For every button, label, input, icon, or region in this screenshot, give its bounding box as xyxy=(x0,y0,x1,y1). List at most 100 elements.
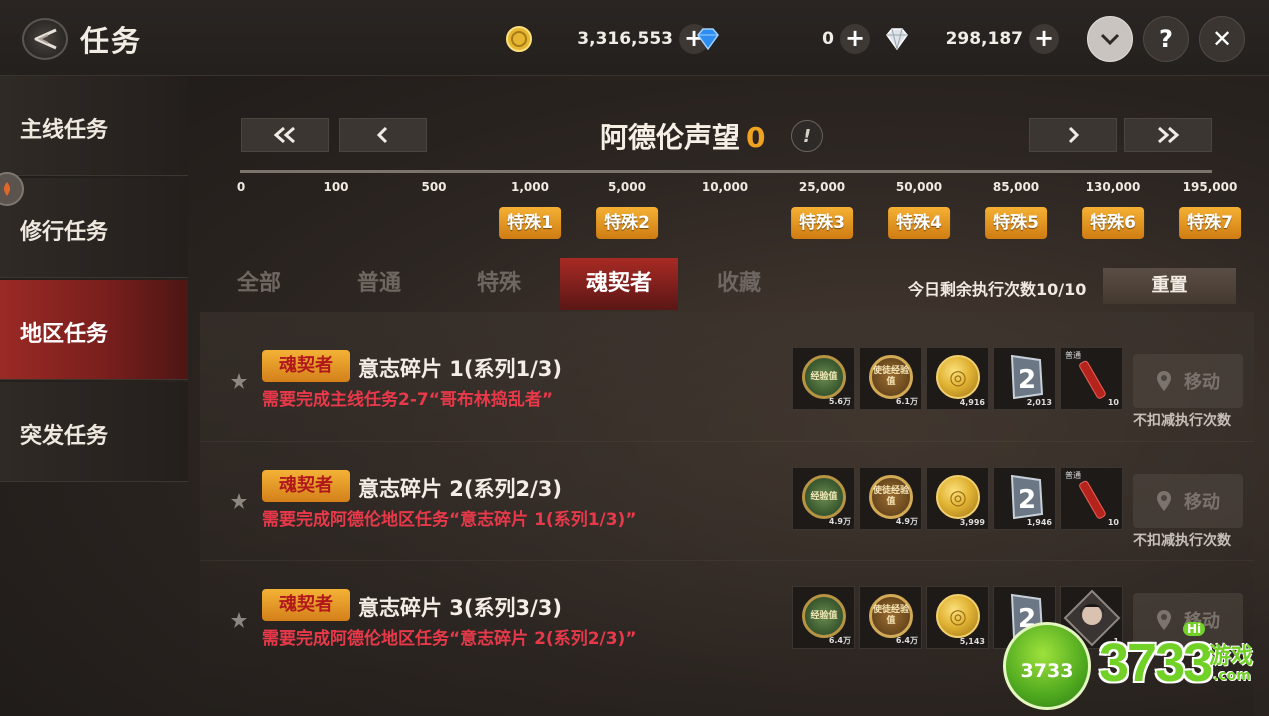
tab-special[interactable]: 特殊 xyxy=(440,258,558,310)
reward-amount: 10 xyxy=(1107,518,1119,527)
reward-gold[interactable]: ◎ 5,143 xyxy=(926,586,989,649)
tick-label: 10,000 xyxy=(701,180,749,194)
gold-coin-icon xyxy=(505,25,533,53)
reward-apprentice-exp[interactable]: 使徒经验值 6.4万 xyxy=(859,586,922,649)
crystal-currency: 298,187 + xyxy=(883,20,1059,58)
reward-exp[interactable]: 经验值 6.4万 xyxy=(792,586,855,649)
reward-apprentice-exp[interactable]: 使徒经验值 4.9万 xyxy=(859,467,922,530)
reward-amount: 1,946 xyxy=(1026,518,1052,527)
close-button[interactable]: ✕ xyxy=(1199,16,1245,62)
exp-coin-icon: 经验值 xyxy=(802,355,846,399)
tick-label: 85,000 xyxy=(992,180,1040,194)
tick-label: 100 xyxy=(323,180,349,194)
reward-grade-label: 普通 xyxy=(1065,351,1081,360)
diamond-add-button[interactable]: + xyxy=(840,24,870,54)
tab-favorites[interactable]: 收藏 xyxy=(680,258,798,310)
special-reward-badge[interactable]: 特殊6 xyxy=(1082,207,1144,239)
reward-potion[interactable]: 普通 10 xyxy=(1060,467,1123,530)
reset-button[interactable]: 重置 xyxy=(1103,268,1236,304)
chevron-right-icon xyxy=(1068,126,1080,144)
back-button[interactable] xyxy=(22,18,68,60)
special-reward-badge[interactable]: 特殊7 xyxy=(1179,207,1241,239)
watermark-game-text: 游戏 xyxy=(1209,644,1254,669)
special-reward-badge[interactable]: 特殊4 xyxy=(888,207,950,239)
double-chevron-right-icon xyxy=(1158,126,1180,144)
reward-amount: 4.9万 xyxy=(828,517,851,526)
crystal-add-button[interactable]: + xyxy=(1029,24,1059,54)
reputation-info-button[interactable]: ! xyxy=(791,120,823,152)
reward-potion[interactable]: 普通 10 xyxy=(1060,347,1123,410)
apprentice-exp-coin-icon: 使徒经验值 xyxy=(869,355,913,399)
reward-apprentice-exp[interactable]: 使徒经验值 6.1万 xyxy=(859,347,922,410)
sidebar-item-sudden-quest[interactable]: 突发任务 xyxy=(0,382,188,482)
reward-amount: 5,143 xyxy=(959,637,985,646)
svg-text:2: 2 xyxy=(1018,365,1036,395)
sidebar-item-region-quest[interactable]: 地区任务 xyxy=(0,280,188,380)
gold-amount: 3,316,553 xyxy=(577,29,673,49)
prev-page-button[interactable] xyxy=(339,118,427,152)
tab-soul-contractor[interactable]: 魂契者 xyxy=(560,258,678,310)
quest-row[interactable]: 魂契者 意志碎片 2(系列2/3) 需要完成阿德伦地区任务“意志碎片 1(系列1… xyxy=(200,441,1254,559)
reward-amount: 6.4万 xyxy=(828,636,851,645)
blue-diamond-icon xyxy=(694,25,722,53)
quest-requirement: 需要完成阿德伦地区任务“意志碎片 2(系列2/3)” xyxy=(262,629,637,649)
tick-label: 0 xyxy=(236,180,246,194)
special-reward-badge[interactable]: 特殊5 xyxy=(985,207,1047,239)
special-reward-badge[interactable]: 特殊1 xyxy=(499,207,561,239)
quest-name: 意志碎片 2(系列2/3) xyxy=(358,477,563,501)
reputation-name: 阿德伦声望 xyxy=(600,121,741,154)
quest-row[interactable]: 魂契者 意志碎片 1(系列1/3) 需要完成主线任务2-7“哥布林捣乱者” 经验… xyxy=(200,322,1254,440)
soul-contractor-tag: 魂契者 xyxy=(262,589,350,621)
first-page-button[interactable] xyxy=(241,118,329,152)
sidebar: 主线任务 修行任务 地区任务 突发任务 xyxy=(0,76,188,716)
tick-label: 25,000 xyxy=(798,180,846,194)
soul-contractor-tag: 魂契者 xyxy=(262,470,350,502)
site-watermark-logo: 3733 3733 Hi 游戏 .com xyxy=(1003,620,1263,710)
move-button[interactable]: 移动 xyxy=(1133,354,1243,408)
watermark-brand-number: 3733 xyxy=(1099,633,1213,693)
tick-label: 50,000 xyxy=(895,180,943,194)
tab-all[interactable]: 全部 xyxy=(200,258,318,310)
gold-coin-icon: ◎ xyxy=(936,594,980,638)
reward-gold[interactable]: ◎ 3,999 xyxy=(926,467,989,530)
no-deduct-note: 不扣减执行次数 xyxy=(1133,413,1231,429)
reputation-value: 0 xyxy=(746,121,766,154)
reward-amount: 6.1万 xyxy=(895,397,918,406)
quest-requirement: 需要完成主线任务2-7“哥布林捣乱者” xyxy=(262,390,554,410)
gold-coin-icon: ◎ xyxy=(936,355,980,399)
reward-amount: 2,013 xyxy=(1026,398,1052,407)
reward-rank-emblem[interactable]: 2 2,013 xyxy=(993,347,1056,410)
quest-name: 意志碎片 1(系列1/3) xyxy=(358,357,563,381)
favorite-star-icon[interactable] xyxy=(230,372,248,390)
no-deduct-note: 不扣减执行次数 xyxy=(1133,533,1231,549)
back-arrow-icon xyxy=(34,28,57,50)
special-reward-badge[interactable]: 特殊2 xyxy=(596,207,658,239)
favorite-star-icon[interactable] xyxy=(230,492,248,510)
reward-gold[interactable]: ◎ 4,916 xyxy=(926,347,989,410)
next-page-button[interactable] xyxy=(1029,118,1117,152)
reward-exp[interactable]: 经验值 5.6万 xyxy=(792,347,855,410)
expand-menu-button[interactable] xyxy=(1087,16,1133,62)
reward-exp[interactable]: 经验值 4.9万 xyxy=(792,467,855,530)
reward-amount: 10 xyxy=(1107,398,1119,407)
quest-name: 意志碎片 3(系列3/3) xyxy=(358,596,563,620)
help-button[interactable]: ? xyxy=(1143,16,1189,62)
diamond-currency: 0 + xyxy=(694,20,870,58)
reward-amount: 4.9万 xyxy=(895,517,918,526)
exp-coin-icon: 经验值 xyxy=(802,475,846,519)
special-reward-badge[interactable]: 特殊3 xyxy=(791,207,853,239)
move-button[interactable]: 移动 xyxy=(1133,474,1243,528)
sidebar-item-training-quest[interactable]: 修行任务 xyxy=(0,178,188,278)
last-page-button[interactable] xyxy=(1124,118,1212,152)
reward-amount: 4,916 xyxy=(959,398,985,407)
tick-label: 500 xyxy=(421,180,447,194)
svg-text:2: 2 xyxy=(1018,485,1036,515)
soul-contractor-tag: 魂契者 xyxy=(262,350,350,382)
reward-rank-emblem[interactable]: 2 1,946 xyxy=(993,467,1056,530)
tab-normal[interactable]: 普通 xyxy=(320,258,438,310)
sidebar-item-main-quest[interactable]: 主线任务 xyxy=(0,76,188,176)
move-label: 移动 xyxy=(1184,372,1220,393)
page-title: 任务 xyxy=(80,24,143,58)
favorite-star-icon[interactable] xyxy=(230,611,248,629)
white-diamond-icon xyxy=(883,25,911,53)
